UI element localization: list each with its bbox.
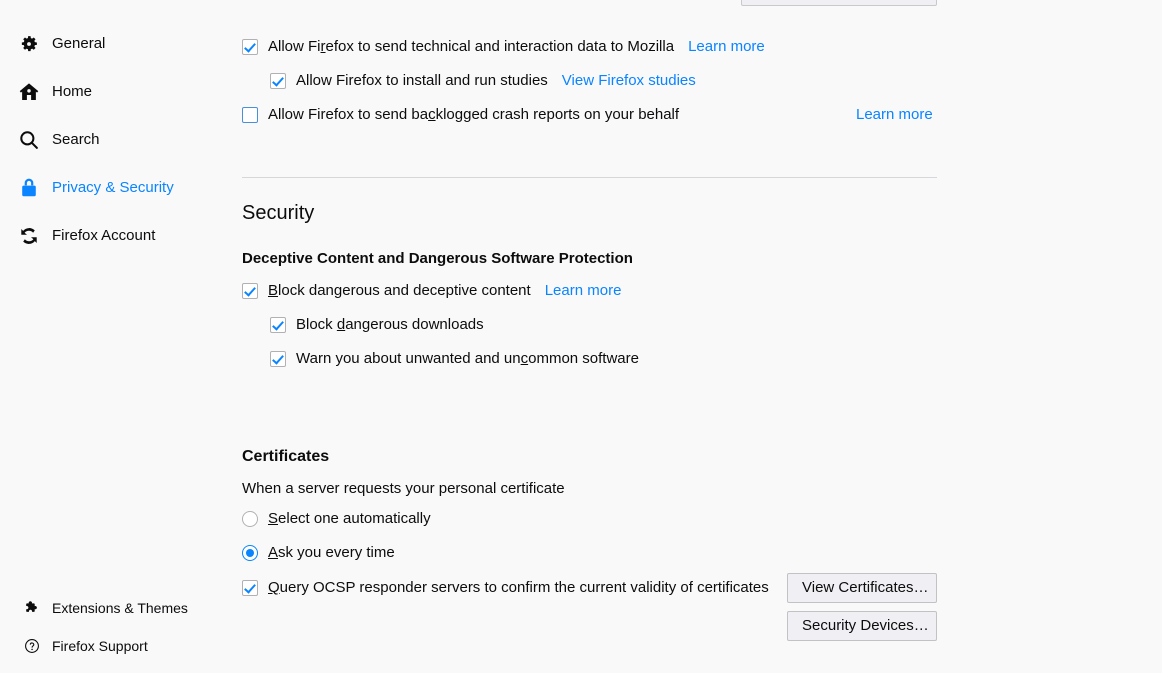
ocsp-query-row: Query OCSP responder servers to confirm … [242, 578, 769, 598]
sidebar-item-firefox-account[interactable]: Firefox Account [0, 220, 225, 252]
security-heading: Security [242, 202, 315, 224]
telemetry-learn-more-link[interactable]: Learn more [688, 37, 765, 57]
view-certificates-button[interactable]: View Certificates… [787, 573, 937, 603]
sidebar-item-home[interactable]: Home [0, 76, 225, 108]
sidebar-nav-primary: General Home Search Privacy & Security F… [0, 28, 225, 268]
section-divider [242, 177, 937, 178]
ocsp-query-checkbox[interactable] [242, 580, 258, 596]
gear-icon [18, 33, 40, 55]
studies-row: Allow Firefox to install and run studies… [270, 71, 696, 91]
sidebar-item-search[interactable]: Search [0, 124, 225, 156]
view-firefox-studies-link[interactable]: View Firefox studies [562, 71, 696, 91]
sidebar-item-label: Privacy & Security [52, 179, 174, 196]
sidebar-item-extensions-themes[interactable]: Extensions & Themes [0, 595, 225, 621]
sidebar: General Home Search Privacy & Security F… [0, 0, 225, 673]
home-icon [18, 81, 40, 103]
sidebar-item-privacy-security[interactable]: Privacy & Security [0, 172, 225, 204]
puzzle-piece-icon [24, 600, 40, 616]
sidebar-item-label: Search [52, 131, 100, 148]
sidebar-item-label: General [52, 35, 106, 52]
sidebar-item-label: Firefox Support [52, 638, 148, 654]
lock-icon [18, 177, 40, 199]
sidebar-item-label: Home [52, 83, 93, 100]
cert-ask-every-time-row: Ask you every time [242, 543, 395, 563]
telemetry-checkbox[interactable] [242, 39, 258, 55]
question-circle-icon [24, 638, 40, 654]
block-dangerous-downloads-row: Block dangerous downloads [270, 315, 484, 335]
sidebar-item-general[interactable]: General [0, 28, 225, 60]
warn-unwanted-software-row: Warn you about unwanted and uncommon sof… [270, 349, 639, 369]
certificates-description: When a server requests your personal cer… [242, 480, 565, 497]
search-icon [18, 129, 40, 151]
main-content: Allow Firefox to send technical and inte… [225, 0, 1162, 673]
sync-icon [18, 225, 40, 247]
sidebar-nav-footer: Extensions & Themes Firefox Support [0, 595, 225, 671]
studies-label[interactable]: Allow Firefox to install and run studies [296, 71, 548, 91]
block-dangerous-content-row: Block dangerous and deceptive content Le… [242, 281, 621, 301]
cert-ask-every-time-radio[interactable] [242, 545, 258, 561]
warn-unwanted-software-checkbox[interactable] [270, 351, 286, 367]
crash-reports-checkbox[interactable] [242, 107, 258, 123]
block-dangerous-content-checkbox[interactable] [242, 283, 258, 299]
ocsp-query-label[interactable]: Query OCSP responder servers to confirm … [268, 578, 769, 598]
preferences-page: General Home Search Privacy & Security F… [0, 0, 1162, 673]
certificates-heading: Certificates [242, 448, 330, 465]
studies-checkbox[interactable] [270, 73, 286, 89]
sidebar-item-label: Firefox Account [52, 227, 156, 244]
sidebar-item-firefox-support[interactable]: Firefox Support [0, 633, 225, 659]
cert-select-automatically-label[interactable]: Select one automatically [268, 509, 431, 529]
cert-select-automatically-radio[interactable] [242, 511, 258, 527]
sidebar-item-label: Extensions & Themes [52, 600, 188, 616]
cert-select-automatically-row: Select one automatically [242, 509, 431, 529]
crash-reports-row: Allow Firefox to send backlogged crash r… [242, 105, 679, 125]
block-dangerous-content-label[interactable]: Block dangerous and deceptive content [268, 281, 531, 301]
telemetry-label[interactable]: Allow Firefox to send technical and inte… [268, 37, 674, 57]
deceptive-content-subheading: Deceptive Content and Dangerous Software… [242, 250, 633, 267]
block-dangerous-content-learn-more-link[interactable]: Learn more [545, 281, 622, 301]
security-devices-button[interactable]: Security Devices… [787, 611, 937, 641]
crash-reports-label[interactable]: Allow Firefox to send backlogged crash r… [268, 105, 679, 125]
block-dangerous-downloads-checkbox[interactable] [270, 317, 286, 333]
warn-unwanted-software-label[interactable]: Warn you about unwanted and uncommon sof… [296, 349, 639, 369]
telemetry-row: Allow Firefox to send technical and inte… [242, 37, 765, 57]
offscreen-button-partial[interactable] [741, 0, 937, 6]
crash-reports-learn-more-link[interactable]: Learn more [856, 105, 933, 125]
cert-ask-every-time-label[interactable]: Ask you every time [268, 543, 395, 563]
block-dangerous-downloads-label[interactable]: Block dangerous downloads [296, 315, 484, 335]
